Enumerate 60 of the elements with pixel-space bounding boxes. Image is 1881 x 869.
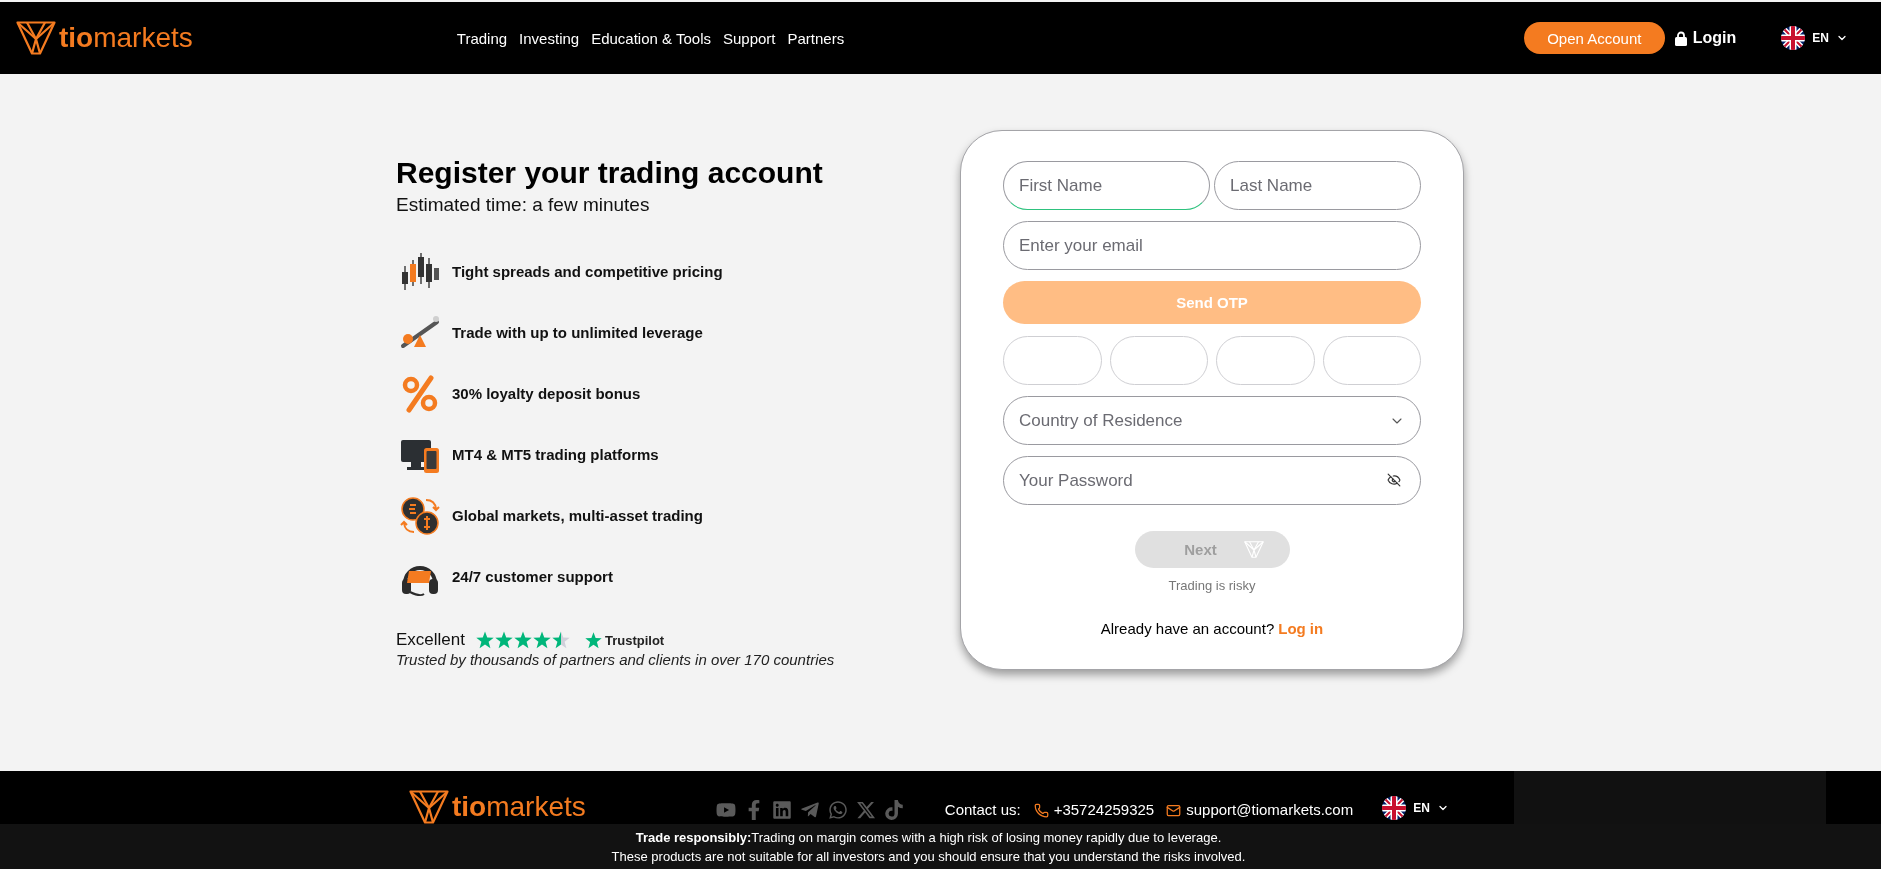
nav-link[interactable]: Partners	[787, 29, 845, 47]
nav-link[interactable]: Education & Tools	[591, 29, 711, 47]
linkedin-icon[interactable]	[771, 800, 792, 820]
feature-text: 24/7 customer support	[452, 568, 613, 585]
phone-link[interactable]: +35724259325	[1033, 800, 1155, 820]
last-name-field[interactable]: Last Name	[1214, 161, 1421, 210]
coins-arrows-icon	[400, 495, 440, 536]
rating-star-icon	[495, 631, 513, 649]
percent-icon	[400, 373, 440, 414]
logo-mark-icon	[1243, 541, 1264, 558]
logo-mark-icon	[409, 790, 449, 824]
otp-digit-field[interactable]	[1216, 336, 1315, 385]
flag-icon	[1382, 796, 1407, 820]
trustpilot-brand: Trustpilot	[605, 632, 665, 648]
logo-link[interactable]: tiomarkets	[16, 21, 193, 55]
otp-digit-field[interactable]	[1003, 336, 1102, 385]
lock-icon	[1674, 30, 1687, 46]
password-field[interactable]: Your Password	[1003, 456, 1421, 505]
x-icon[interactable]	[855, 800, 876, 820]
country-select[interactable]: Country of Residence	[1003, 396, 1421, 445]
logo-link[interactable]: tiomarkets	[409, 790, 586, 824]
star-icon	[585, 631, 602, 649]
feature-text: 30% loyalty deposit bonus	[452, 385, 641, 402]
nav-link[interactable]: Trading	[456, 29, 508, 47]
rating-star-icon	[533, 631, 551, 649]
first-name-field[interactable]: First Name	[1003, 161, 1210, 210]
rating-star-icon	[476, 631, 494, 649]
flag-icon	[1781, 26, 1806, 50]
rating-star-icon	[552, 631, 570, 649]
rating-star-icon	[514, 631, 532, 649]
feature-text: Global markets, multi-asset trading	[452, 507, 703, 524]
otp-digit-field[interactable]	[1322, 336, 1421, 385]
contact-label: Contact us:	[944, 800, 1021, 820]
rating-label: Excellent	[396, 630, 465, 650]
candlestick-chart-icon	[400, 251, 440, 292]
login-link[interactable]: Login	[1674, 29, 1737, 47]
nav-link[interactable]: Support	[722, 29, 776, 47]
otp-digit-field[interactable]	[1109, 336, 1208, 385]
email-field[interactable]: Enter your email	[1003, 221, 1421, 270]
disclaimer-text: These products are not suitable for all investors and you should ensure that you understand the risks involved.	[611, 847, 1246, 866]
page-subtitle: Estimated time: a few minutes	[396, 193, 651, 217]
login-prompt: Already have an account?	[1100, 619, 1275, 639]
trust-tagline: Trusted by thousands of partners and clients in over 170 countries	[396, 650, 836, 670]
eye-off-icon[interactable]	[1387, 473, 1401, 487]
risk-note: Trading is risky	[1167, 578, 1257, 594]
logo-mark-icon	[16, 21, 56, 55]
tiktok-icon[interactable]	[883, 800, 904, 820]
nav-link[interactable]: Investing	[519, 29, 580, 47]
language-selector[interactable]: EN	[1781, 26, 1848, 50]
feature-text: Tight spreads and competitive pricing	[452, 263, 723, 280]
youtube-icon[interactable]	[715, 800, 736, 820]
feature-text: MT4 & MT5 trading platforms	[452, 446, 659, 463]
whatsapp-icon[interactable]	[827, 800, 848, 820]
page-title: Register your trading account	[396, 155, 824, 190]
phone-icon	[1033, 802, 1049, 818]
telegram-icon[interactable]	[799, 800, 820, 820]
email-link[interactable]: support@tiomarkets.com	[1166, 800, 1354, 820]
feature-text: Trade with up to unlimited leverage	[452, 324, 703, 341]
mail-icon	[1166, 802, 1182, 818]
disclaimer-text: Trade responsibly:Trading on margin comes with a high risk of losing money rapidly due to leverage.	[635, 828, 1222, 847]
